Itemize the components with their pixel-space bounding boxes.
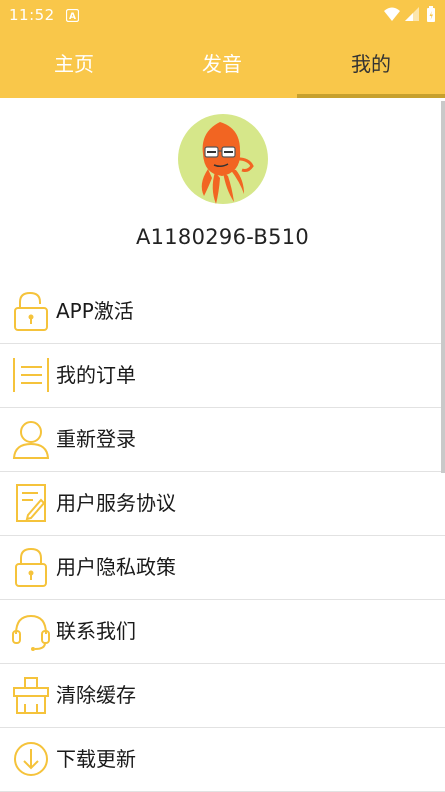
headset-icon bbox=[11, 610, 51, 652]
menu-item-relogin[interactable]: 重新登录 bbox=[0, 408, 445, 472]
menu-item-download-update[interactable]: 下载更新 bbox=[0, 728, 445, 792]
menu-label: 重新登录 bbox=[56, 427, 136, 451]
username: A1180296-B510 bbox=[135, 225, 310, 249]
wifi-icon bbox=[384, 7, 400, 21]
settings-menu: APP激活 我的订单 重新登录 用户服务协议 用户隐私政策 联系我们 清除缓存 … bbox=[0, 280, 445, 792]
menu-label: 联系我们 bbox=[56, 619, 136, 643]
tab-bar: 主页 发音 我的 bbox=[0, 30, 445, 98]
menu-item-my-orders[interactable]: 我的订单 bbox=[0, 344, 445, 408]
document-edit-icon bbox=[11, 482, 51, 524]
order-list-icon bbox=[11, 354, 51, 396]
status-bar: 11:52 A bbox=[0, 0, 445, 30]
profile-section: A1180296-B510 bbox=[0, 98, 445, 276]
download-icon bbox=[11, 738, 51, 780]
privacy-lock-icon bbox=[11, 546, 51, 588]
menu-label: 下载更新 bbox=[56, 747, 136, 771]
tab-pronunciation[interactable]: 发音 bbox=[148, 30, 296, 98]
menu-item-activate-app[interactable]: APP激活 bbox=[0, 280, 445, 344]
svg-text:A: A bbox=[69, 12, 76, 22]
menu-label: 用户隐私政策 bbox=[56, 555, 176, 579]
signal-icon bbox=[405, 7, 419, 21]
menu-label: APP激活 bbox=[56, 299, 134, 323]
menu-item-privacy-policy[interactable]: 用户隐私政策 bbox=[0, 536, 445, 600]
menu-item-service-agreement[interactable]: 用户服务协议 bbox=[0, 472, 445, 536]
menu-label: 用户服务协议 bbox=[56, 491, 176, 515]
tab-mine[interactable]: 我的 bbox=[297, 30, 445, 98]
menu-item-clear-cache[interactable]: 清除缓存 bbox=[0, 664, 445, 728]
scrollbar[interactable] bbox=[441, 101, 445, 473]
menu-item-contact-us[interactable]: 联系我们 bbox=[0, 600, 445, 664]
status-time: 11:52 bbox=[9, 6, 55, 24]
lock-icon bbox=[11, 290, 51, 332]
menu-label: 我的订单 bbox=[56, 363, 136, 387]
user-icon bbox=[11, 418, 51, 460]
squid-avatar-icon[interactable] bbox=[178, 114, 268, 204]
tab-home[interactable]: 主页 bbox=[0, 30, 148, 98]
battery-icon bbox=[427, 6, 435, 22]
status-icons bbox=[383, 5, 439, 29]
clear-cache-icon bbox=[11, 674, 51, 716]
menu-label: 清除缓存 bbox=[56, 683, 136, 707]
a-icon: A bbox=[65, 8, 80, 26]
